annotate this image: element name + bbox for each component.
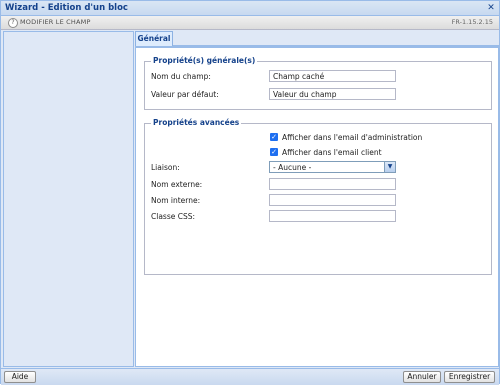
save-button[interactable]: Enregistrer [444,371,495,383]
internal-name-input[interactable] [269,194,396,206]
admin-email-label: Afficher dans l'email d'administration [282,133,423,142]
advanced-properties-legend: Propriétés avancées [151,118,242,127]
wizard-window: Wizard - Edition d'un bloc ✕ ? MODIFIER … [0,0,500,385]
internal-name-label: Nom interne: [151,196,201,205]
field-name-input[interactable]: Champ caché [269,70,396,82]
version-label: FR-1.15.2.15 [451,18,493,26]
field-name-label: Nom du champ: [151,72,211,81]
question-icon[interactable]: ? [8,18,18,28]
tab-content: Propriété(s) générale(s) Nom du champ: C… [135,47,499,367]
css-class-input[interactable] [269,210,396,222]
default-value-input[interactable]: Valeur du champ [269,88,396,100]
default-value-label: Valeur par défaut: [151,90,219,99]
window-title: Wizard - Edition d'un bloc [5,3,128,13]
css-class-label: Classe CSS: [151,212,196,221]
general-properties-legend: Propriété(s) générale(s) [151,56,258,65]
client-email-checkbox[interactable]: ✓ [270,148,278,156]
advanced-properties-fieldset: Propriétés avancées ✓ Afficher dans l'em… [144,118,492,275]
liaison-label: Liaison: [151,163,180,172]
liaison-select[interactable]: - Aucune - ▼ [269,161,396,173]
general-properties-fieldset: Propriété(s) générale(s) Nom du champ: C… [144,56,492,110]
admin-email-checkbox[interactable]: ✓ [270,133,278,141]
close-icon[interactable]: ✕ [486,3,496,13]
title-bar[interactable]: Wizard - Edition d'un bloc ✕ [1,1,499,16]
client-email-label: Afficher dans l'email client [282,148,382,157]
cancel-button[interactable]: Annuler [403,371,441,383]
sub-header-title: MODIFIER LE CHAMP [20,18,91,26]
left-panel [3,31,134,367]
tab-general[interactable]: Général [135,31,173,46]
external-name-input[interactable] [269,178,396,190]
liaison-selected-value: - Aucune - [273,163,312,172]
tab-strip [135,31,499,47]
chevron-down-icon[interactable]: ▼ [384,162,395,172]
sub-header: ? MODIFIER LE CHAMP FR-1.15.2.15 [1,16,499,30]
footer-toolbar: Aide Annuler Enregistrer [1,368,499,385]
help-button[interactable]: Aide [4,371,36,383]
external-name-label: Nom externe: [151,180,203,189]
